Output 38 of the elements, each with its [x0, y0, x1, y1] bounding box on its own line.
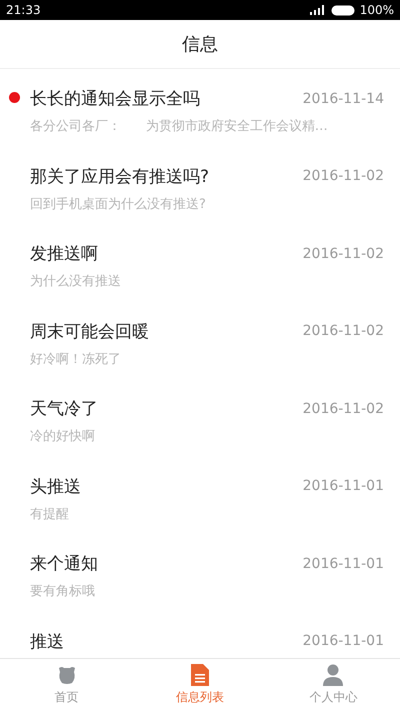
message-title: 头推送	[30, 476, 81, 498]
message-preview: 要有角标哦	[30, 583, 96, 600]
message-item[interactable]: 来个通知 2016-11-01 要有角标哦	[0, 534, 400, 612]
signal-icon	[310, 5, 326, 15]
message-item[interactable]: 那关了应用会有推送吗? 2016-11-02 回到手机桌面为什么没有推送?	[0, 146, 400, 224]
status-time: 21:33	[6, 3, 41, 17]
message-item[interactable]: 周末可能会回暖 2016-11-02 好冷啊！冻死了	[0, 302, 400, 379]
message-preview: 有提醒	[30, 506, 70, 522]
message-preview: 为什么没有推送	[30, 273, 122, 290]
message-preview: 冷的好快啊	[30, 428, 96, 445]
message-date: 2016-11-02	[302, 323, 384, 339]
message-item[interactable]: 推送 2016-11-01	[0, 612, 400, 658]
message-title: 发推送啊	[30, 243, 98, 265]
message-title: 周末可能会回暖	[30, 320, 149, 342]
battery-level: 100%	[360, 3, 394, 17]
message-preview: 好冷啊！冻死了	[30, 350, 122, 368]
battery-icon	[330, 4, 355, 16]
message-item[interactable]: 天气冷了 2016-11-02 冷的好快啊	[0, 379, 400, 456]
message-title: 那关了应用会有推送吗?	[30, 166, 210, 188]
message-title: 天气冷了	[30, 398, 98, 420]
message-item[interactable]: 发推送啊 2016-11-02 为什么没有推送	[0, 224, 400, 302]
message-title: 来个通知	[30, 553, 98, 575]
message-date: 2016-11-01	[302, 556, 384, 572]
message-date: 2016-11-02	[302, 400, 384, 416]
message-item[interactable]: 头推送 2016-11-01 有提醒	[0, 456, 400, 534]
message-date: 2016-11-14	[302, 90, 384, 106]
message-date: 2016-11-01	[302, 633, 384, 649]
message-date: 2016-11-02	[302, 168, 384, 184]
message-preview: 回到手机桌面为什么没有推送?	[30, 196, 207, 212]
message-title: 长长的通知会显示全吗	[30, 88, 200, 110]
page-title: 信息	[182, 33, 218, 56]
message-preview: 各分公司各厂： 为贯彻市政府安全工作会议精…	[30, 118, 329, 135]
document-icon	[190, 664, 209, 686]
person-icon	[323, 664, 344, 686]
message-date: 2016-11-02	[302, 246, 384, 262]
message-title: 推送	[30, 630, 64, 652]
message-date: 2016-11-01	[302, 478, 384, 494]
message-item[interactable]: 长长的通知会显示全吗 2016-11-14 各分公司各厂： 为贯彻市政府安全工作会议精…	[0, 69, 400, 146]
